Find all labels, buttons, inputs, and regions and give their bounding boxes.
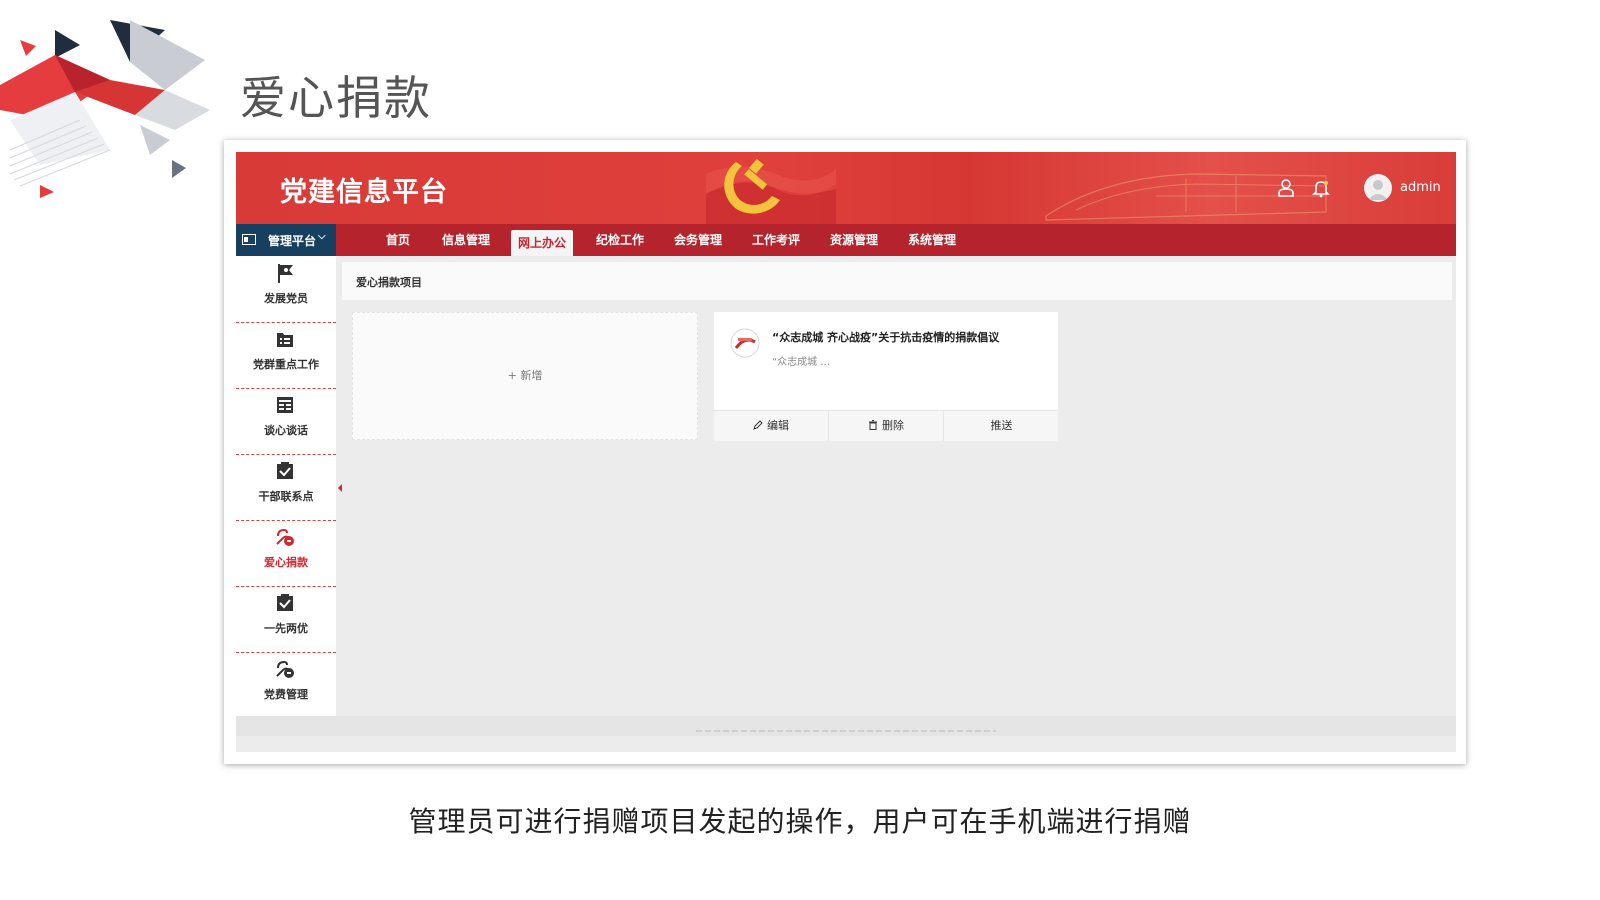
chevron-down-icon: ⌵ [318,231,326,242]
sidebar-item-label: 谈心谈话 [264,424,308,437]
sidebar-item-label: 一先两优 [264,622,308,635]
party-emblem-icon [706,158,836,224]
sidebar-item-party-fee[interactable]: 党费管理 [236,652,336,719]
sidebar-item-key-work[interactable]: 党群重点工作 [236,322,336,389]
delete-label: 删除 [882,419,904,432]
brand-title: 党建信息平台 [280,177,448,208]
sidebar-item-excellence[interactable]: 一先两优 [236,586,336,653]
top-nav: 管理平台 ⌵ 首页 信息管理 网上办公 纪检工作 会务管理 工作考评 资源管理 … [236,224,1456,256]
nav-item-info-management[interactable]: 信息管理 [438,224,494,256]
edit-button[interactable]: 编辑 [714,411,828,441]
nav-item-meeting-management[interactable]: 会务管理 [670,224,726,256]
slide-caption: 管理员可进行捐赠项目发起的操作，用户可在手机端进行捐赠 [408,805,1192,838]
decorative-logo [0,20,210,198]
copyright-placeholder [696,730,996,732]
sidebar-collapse-arrow-icon[interactable] [338,484,342,492]
nav-item-online-office[interactable]: 网上办公 [511,230,573,256]
project-logo-icon [730,328,760,358]
sidebar-item-love-donation[interactable]: 爱心捐款 [236,520,336,587]
add-project-label: + 新增 [507,369,543,382]
nav-item-system-management[interactable]: 系统管理 [904,224,960,256]
nav-item-discipline-inspection[interactable]: 纪检工作 [592,224,648,256]
push-button[interactable]: 推送 [943,411,1059,441]
app-window: 党建信息平台 admin 管理平台 ⌵ 首页 信息管理 网上办公 纪检工作 会务… [236,152,1456,752]
avatar-person-icon [1368,180,1388,200]
sidebar-item-develop-members[interactable]: 发展党员 [236,256,336,323]
slide-title: 爱心捐款 [240,71,432,125]
nav-item-home[interactable]: 首页 [376,224,420,256]
project-title[interactable]: “众志成城 齐心战疫”关于抗击疫情的捐款倡议 [772,329,999,345]
screenshot-frame: 党建信息平台 admin 管理平台 ⌵ 首页 信息管理 网上办公 纪检工作 会务… [224,140,1466,764]
sidebar-item-heart-talk[interactable]: 谈心谈话 [236,388,336,455]
breadcrumb: 爱心捐款项目 [356,276,422,289]
user-icon[interactable] [1276,178,1296,198]
add-project-card[interactable]: + 新增 [352,312,698,440]
donation-icon [276,528,294,546]
checkbox-icon [277,462,293,479]
flag-icon [278,264,293,283]
bell-icon[interactable] [1311,178,1331,198]
project-thumbnail[interactable] [730,328,760,358]
sidebar: 发展党员 党群重点工作 谈心谈话 干部联系点 爱心捐款 一先两优 党费管理 [236,256,336,719]
sidebar-item-label: 党费管理 [264,688,308,701]
project-description: “众志成城 ... [772,357,830,368]
project-actions: 编辑 删除 推送 [714,410,1058,441]
sidebar-item-label: 爱心捐款 [264,556,308,569]
donation-icon [276,660,294,678]
username[interactable]: admin [1400,180,1441,195]
briefcase-list-icon [277,333,293,347]
edit-label: 编辑 [767,419,789,432]
sidebar-item-label: 发展党员 [264,292,308,305]
copyright-text-faded [696,728,996,734]
platform-switcher[interactable]: 管理平台 ⌵ [236,224,336,256]
window-icon [242,234,256,245]
sidebar-item-label: 党群重点工作 [253,358,319,371]
project-card: “众志成城 齐心战疫”关于抗击疫情的捐款倡议 “众志成城 ... 编辑 删除 推… [714,312,1058,441]
delete-button[interactable]: 删除 [828,411,943,441]
avatar[interactable] [1364,174,1392,202]
sidebar-item-label: 干部联系点 [258,490,314,503]
app-header: 党建信息平台 admin [236,152,1456,224]
platform-label: 管理平台 [268,234,317,248]
nav-item-resource-management[interactable]: 资源管理 [826,224,882,256]
pencil-icon [753,420,763,430]
sidebar-item-cadre-contact[interactable]: 干部联系点 [236,454,336,521]
table-icon [277,397,293,413]
breadcrumb-bar: 爱心捐款项目 [342,262,1452,300]
checkbox-icon [277,594,293,611]
nav-item-work-evaluation[interactable]: 工作考评 [748,224,804,256]
trash-icon [869,420,877,430]
